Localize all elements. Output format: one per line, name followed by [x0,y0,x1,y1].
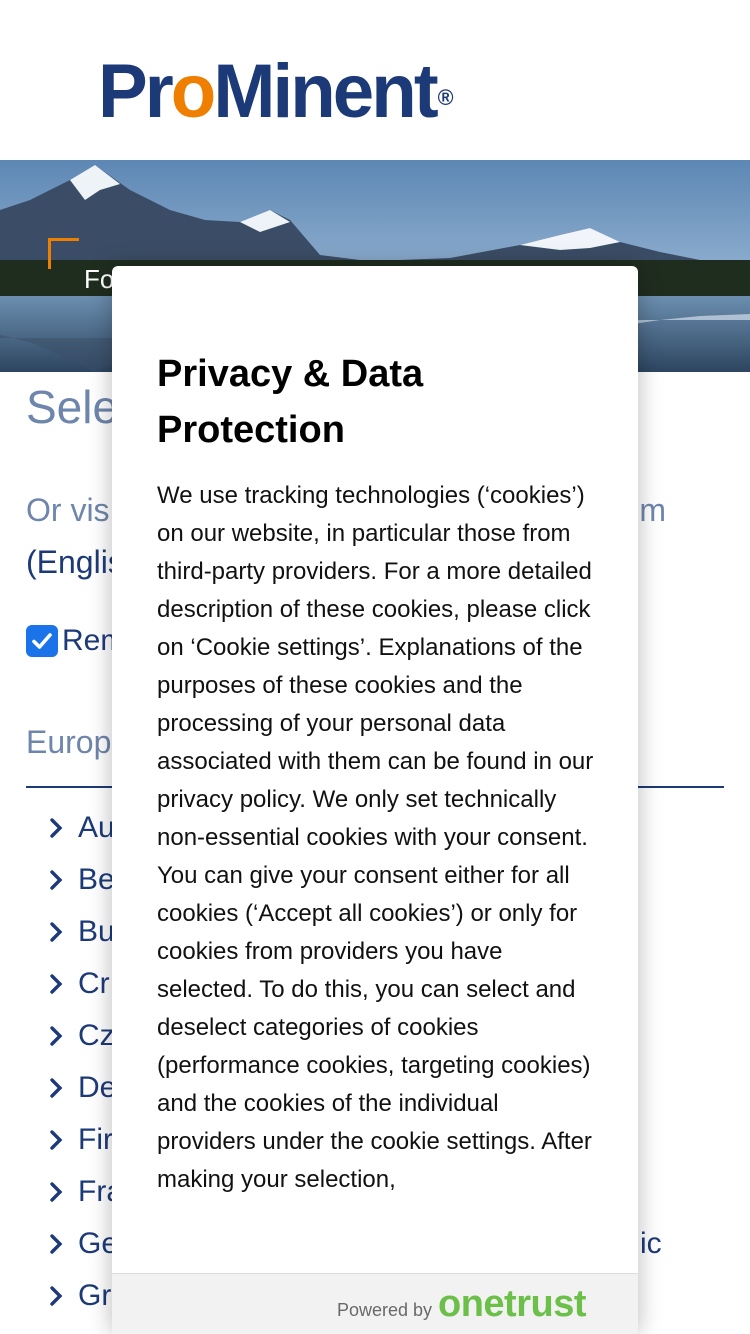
country-label: Au [78,811,115,844]
cookie-consent-dialog: Privacy & Data Protection We use trackin… [112,266,638,1334]
powered-by-label: Powered by [336,1299,432,1320]
country-label: Bu [78,915,115,948]
country-label: Fir [78,1123,113,1156]
chevron-right-icon [50,1234,63,1254]
remember-selection[interactable]: Rem [26,624,125,658]
country-label: Be [78,863,115,896]
logo-text-minent: Minent [213,49,438,134]
country-item-right-column[interactable]: ic [640,1227,662,1261]
orange-corner-accent [48,238,79,269]
page-title: Sele [26,381,119,433]
site-header: ProMinent® [0,0,750,160]
logo-text-pro: Pr [98,49,174,134]
checkmark-icon [32,633,52,649]
chevron-right-icon [50,1182,63,1202]
chevron-right-icon [50,922,63,942]
consent-description: We use tracking technologies (‘cookies’)… [157,482,594,1193]
onetrust-logo: onetrust [438,1282,587,1325]
chevron-right-icon [50,1286,63,1306]
powered-by-onetrust[interactable]: Powered by onetrust [336,1282,587,1326]
hero-heading: Fo [84,264,115,294]
hint-text-left: Or vis [26,492,110,528]
country-label: De [78,1071,117,1104]
remember-checkbox[interactable] [26,625,58,657]
chevron-right-icon [50,818,63,838]
country-label: Gr [78,1279,112,1312]
country-label: Cr [78,967,110,1000]
chevron-right-icon [50,1078,63,1098]
region-heading-europe: Europ [26,724,112,760]
logo-text-o: o [170,49,217,134]
hint-text-right[interactable]: m [639,484,666,536]
chevron-right-icon [50,870,63,890]
chevron-right-icon [50,1130,63,1150]
chevron-right-icon [50,1026,63,1046]
prominent-logo[interactable]: ProMinent® [98,49,454,134]
registered-mark: ® [437,85,454,110]
consent-footer: Powered by onetrust [112,1273,638,1334]
chevron-right-icon [50,974,63,994]
country-label: Cz [78,1019,115,1052]
consent-title: Privacy & Data Protection [157,353,424,451]
